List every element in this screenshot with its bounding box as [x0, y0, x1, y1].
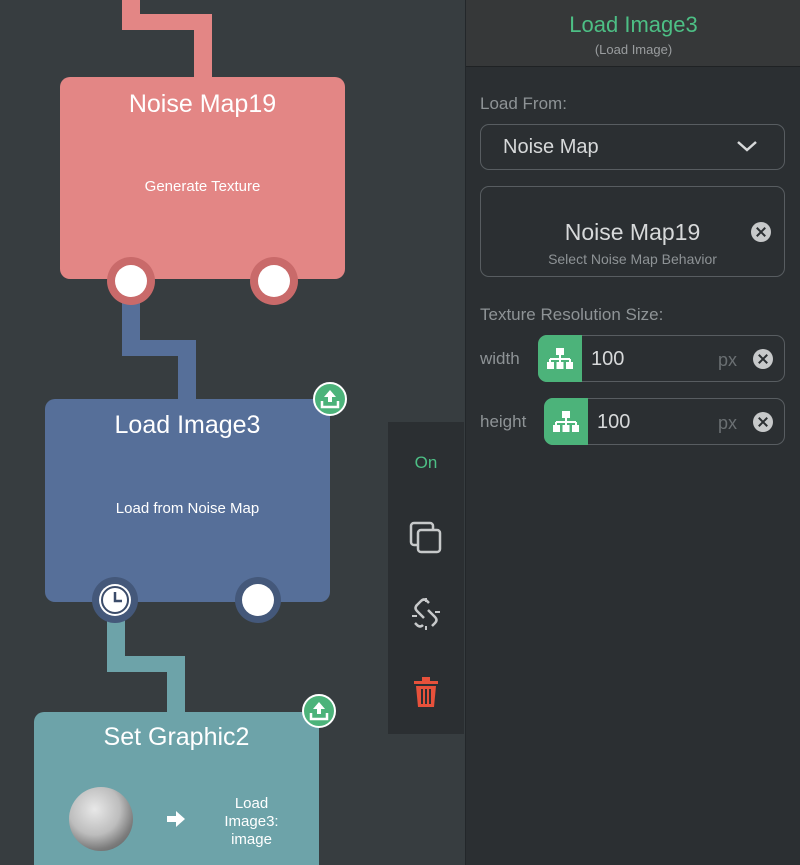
graphic-preview [69, 787, 133, 851]
width-unit: px [718, 350, 738, 370]
height-field[interactable]: 100 px [544, 398, 785, 445]
clear-width-icon[interactable] [753, 349, 773, 369]
node-set-graphic[interactable]: Set Graphic2 Load Image3: image [34, 712, 319, 865]
arrow-right-icon [166, 810, 186, 833]
width-value: 100 [591, 348, 625, 370]
behavior-name: Noise Map19 [564, 219, 701, 245]
node-toolbar: On [388, 422, 464, 734]
unlink-icon[interactable] [388, 596, 464, 637]
chevron-down-icon [736, 139, 758, 158]
wire-top-in-v [194, 14, 212, 80]
clear-height-icon[interactable] [753, 412, 773, 432]
output-port-dot [258, 265, 290, 297]
node-subtitle: Load Image3: image [224, 795, 279, 848]
hierarchy-icon[interactable] [544, 398, 588, 445]
panel-title: Load Image3 [569, 12, 698, 37]
panel-subtitle: (Load Image) [594, 42, 673, 57]
width-field[interactable]: 100 px [538, 335, 785, 382]
clear-behavior-icon[interactable] [751, 222, 771, 242]
upload-icon[interactable] [302, 694, 336, 728]
wire-blue-3 [178, 340, 196, 404]
inspector-panel: Load Image3 (Load Image) Load From: Nois… [465, 0, 800, 865]
panel-header: Load Image3 (Load Image) [466, 0, 800, 67]
node-title: Noise Map19 [128, 90, 277, 118]
behavior-selector[interactable]: Noise Map19 Select Noise Map Behavior [480, 186, 785, 277]
hierarchy-icon[interactable] [538, 335, 582, 382]
node-title: Set Graphic2 [103, 723, 250, 751]
behavior-hint: Select Noise Map Behavior [548, 251, 717, 267]
upload-icon[interactable] [313, 382, 347, 416]
height-label: height [480, 412, 527, 431]
node-noise-map[interactable]: Noise Map19 Generate Texture [60, 77, 345, 279]
on-toggle[interactable]: On [388, 453, 464, 473]
texture-size-label: Texture Resolution Size: [480, 305, 664, 324]
node-load-image[interactable]: Load Image3 Load from Noise Map [45, 399, 330, 602]
node-title: Load Image3 [114, 411, 261, 439]
node-subtitle: Load from Noise Map [115, 500, 260, 517]
height-unit: px [718, 413, 738, 433]
width-label: width [480, 349, 520, 368]
load-from-value: Noise Map [503, 136, 599, 158]
node-subtitle: Generate Texture [144, 178, 261, 195]
trash-icon[interactable] [388, 676, 464, 713]
load-from-label: Load From: [480, 94, 567, 113]
output-port-dot [242, 584, 274, 616]
clock-icon [99, 584, 131, 616]
height-value: 100 [597, 411, 631, 433]
duplicate-icon[interactable] [388, 520, 464, 561]
output-port-dot [115, 265, 147, 297]
wire-teal-3 [167, 656, 185, 716]
load-from-select[interactable]: Noise Map [480, 124, 785, 170]
